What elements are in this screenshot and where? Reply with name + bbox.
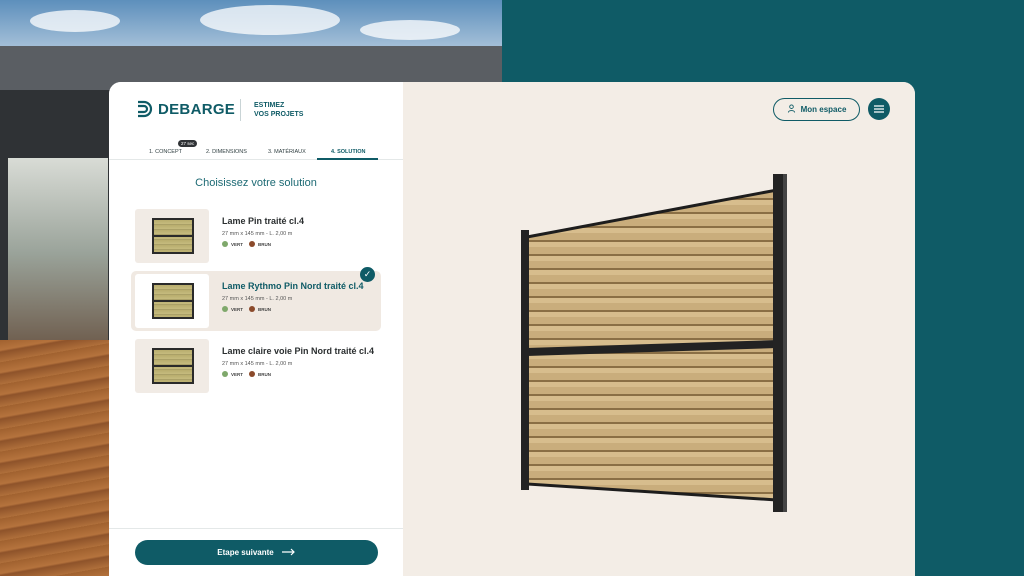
color-dot — [222, 241, 228, 247]
brand-name: DEBARGE — [158, 100, 236, 118]
next-step-button[interactable]: Etape suivante — [135, 540, 378, 565]
logo[interactable]: DEBARGE — [134, 99, 235, 119]
solution-option[interactable]: Lame claire voie Pin Nord traité cl.4 27… — [131, 336, 381, 396]
user-icon — [787, 104, 796, 115]
section-title: Choisissez votre solution — [195, 177, 317, 189]
step-label: 3. MATÉRIAUX — [268, 149, 306, 155]
color-dot — [222, 371, 228, 377]
option-dimensions: 27 mm x 145 mm - L. 2,00 m — [222, 231, 293, 237]
swatch-vert[interactable]: VERT — [222, 306, 243, 312]
option-dimensions: 27 mm x 145 mm - L. 2,00 m — [222, 296, 293, 302]
tagline: ESTIMEZ VOS PROJETS — [254, 101, 303, 119]
solution-option-selected[interactable]: Lame Rythmo Pin Nord traité cl.4 27 mm x… — [131, 267, 381, 331]
color-swatches: VERT BRUN — [222, 371, 271, 377]
swatch-label: BRUN — [258, 371, 272, 377]
logo-mark-icon — [134, 99, 154, 119]
swatch-vert[interactable]: VERT — [222, 241, 243, 247]
left-panel: DEBARGE ESTIMEZ VOS PROJETS 1. CONCEPT 2… — [109, 82, 403, 576]
active-step-indicator — [317, 158, 378, 160]
step-dimensions[interactable]: 2. DIMENSIONS — [206, 149, 247, 155]
swatch-label: VERT — [231, 371, 244, 377]
color-swatches: VERT BRUN — [222, 241, 271, 247]
next-step-label: Etape suivante — [217, 548, 274, 557]
preview-panel: Mon espace — [403, 82, 915, 576]
fence-preview-image — [515, 172, 795, 512]
color-dot — [249, 306, 256, 312]
step-concept[interactable]: 1. CONCEPT — [149, 149, 182, 155]
account-label: Mon espace — [800, 105, 847, 114]
option-dimensions: 27 mm x 145 mm - L. 2,00 m — [222, 361, 293, 367]
tagline-line2: VOS PROJETS — [254, 111, 304, 118]
footer-divider — [109, 528, 403, 529]
menu-button[interactable] — [868, 98, 890, 120]
color-dot — [222, 306, 228, 312]
option-thumbnail — [135, 274, 209, 328]
hamburger-icon — [874, 100, 884, 118]
swatch-label: VERT — [231, 241, 244, 247]
swatch-label: VERT — [231, 306, 244, 312]
color-dot — [249, 371, 256, 377]
swatch-brun[interactable]: BRUN — [249, 241, 271, 247]
step-materiaux[interactable]: 3. MATÉRIAUX — [268, 149, 306, 155]
swatch-brun[interactable]: BRUN — [249, 371, 271, 377]
swatch-label: BRUN — [258, 306, 272, 312]
step-label: 4. SOLUTION — [331, 149, 366, 155]
time-badge: 27 sec — [178, 140, 198, 147]
solution-option[interactable]: Lame Pin traité cl.4 27 mm x 145 mm - L.… — [131, 206, 381, 266]
color-swatches: VERT BRUN — [222, 306, 271, 312]
swatch-vert[interactable]: VERT — [222, 371, 243, 377]
color-dot — [249, 241, 256, 247]
option-name: Lame claire voie Pin Nord traité cl.4 — [222, 346, 375, 356]
step-label: 1. CONCEPT — [149, 149, 183, 155]
account-button[interactable]: Mon espace — [773, 98, 860, 121]
option-thumbnail — [135, 209, 209, 263]
tagline-line1: ESTIMEZ — [254, 102, 285, 109]
option-thumbnail — [135, 339, 209, 393]
option-name: Lame Pin traité cl.4 — [222, 216, 305, 226]
logo-divider — [240, 99, 241, 121]
step-solution[interactable]: 4. SOLUTION — [331, 149, 366, 155]
option-name: Lame Rythmo Pin Nord traité cl.4 — [222, 281, 364, 291]
swatch-brun[interactable]: BRUN — [249, 306, 271, 312]
arrow-right-icon — [281, 548, 296, 558]
check-icon: ✓ — [360, 267, 375, 282]
stepper: 1. CONCEPT 27 sec 2. DIMENSIONS 3. MATÉR… — [109, 140, 403, 160]
swatch-label: BRUN — [258, 241, 272, 247]
configurator-card: DEBARGE ESTIMEZ VOS PROJETS 1. CONCEPT 2… — [109, 82, 915, 576]
step-label: 2. DIMENSIONS — [206, 149, 247, 155]
